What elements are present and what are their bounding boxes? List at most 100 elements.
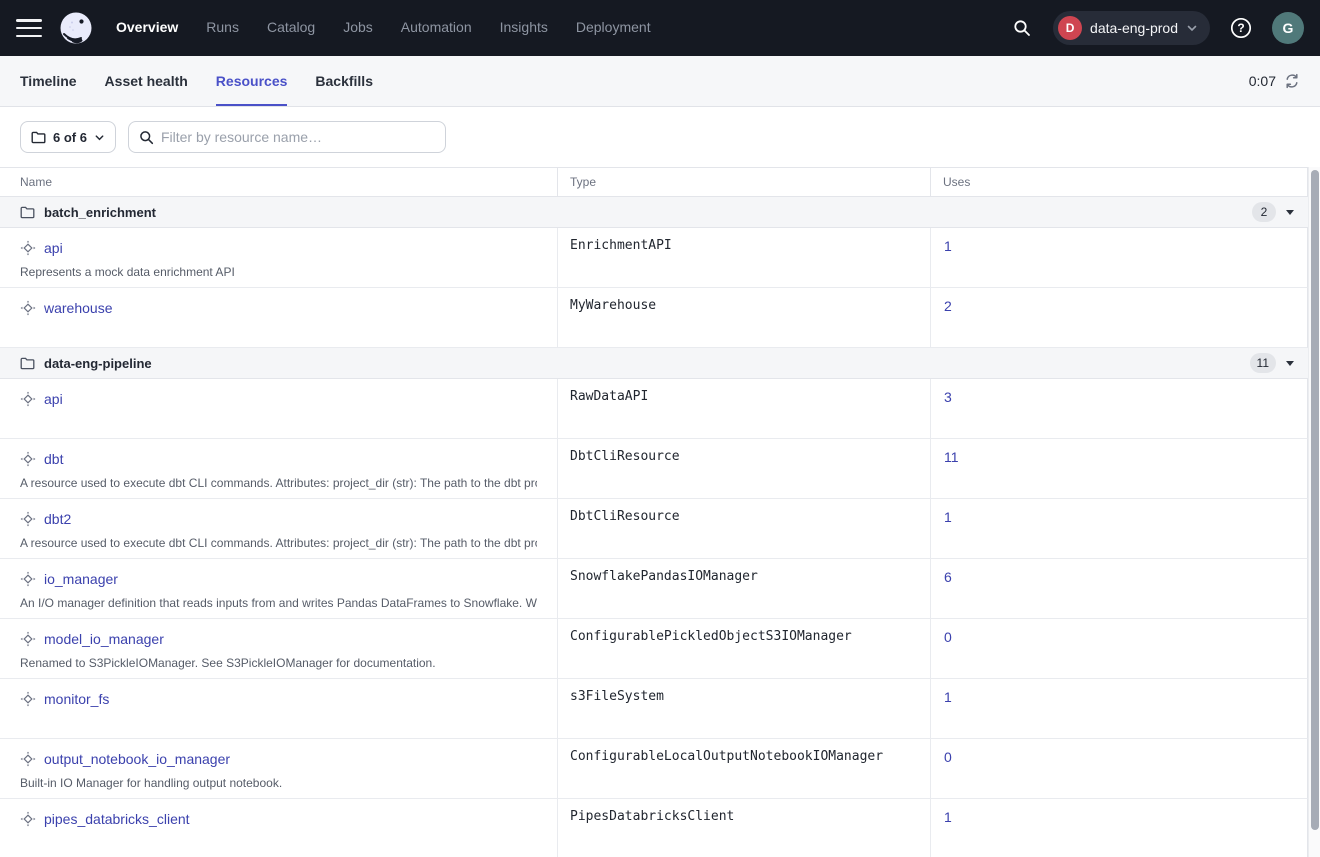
resource-row: api Represents a mock data enrichment AP… [0,228,1308,288]
resource-icon [20,451,36,467]
resource-icon [20,751,36,767]
resource-description: An I/O manager definition that reads inp… [20,596,537,610]
resource-type: ConfigurableLocalOutputNotebookIOManager [557,739,930,798]
workspace-switcher[interactable]: D data-eng-prod [1053,11,1210,45]
column-header-uses: Uses [930,168,1307,196]
resource-row: dbt2 A resource used to execute dbt CLI … [0,499,1308,559]
resource-name-link[interactable]: monitor_fs [44,691,109,707]
column-header-type: Type [557,168,930,196]
primary-nav: Overview Runs Catalog Jobs Automation Insight… [116,19,679,37]
nav-item-overview[interactable]: Overview [116,19,178,35]
collapse-caret-icon[interactable] [1286,210,1294,215]
resource-search-input[interactable] [161,129,435,145]
folder-icon [31,131,46,144]
nav-item-runs[interactable]: Runs [206,19,239,35]
column-header-name: Name [0,168,557,196]
resource-uses-link[interactable]: 6 [944,569,952,585]
resource-name-link[interactable]: output_notebook_io_manager [44,751,230,767]
resource-icon [20,240,36,256]
folder-icon [20,357,35,370]
resource-group-row[interactable]: batch_enrichment 2 [0,197,1308,228]
group-name: batch_enrichment [44,205,156,220]
resource-search-box [128,121,446,153]
resource-name-link[interactable]: model_io_manager [44,631,164,647]
resource-icon [20,300,36,316]
resource-uses-link[interactable]: 1 [944,809,952,825]
resource-icon [20,391,36,407]
nav-item-deployment[interactable]: Deployment [576,19,651,35]
top-nav: Overview Runs Catalog Jobs Automation Insight… [0,0,1320,56]
resource-uses-link[interactable]: 11 [944,449,959,465]
resource-type: PipesDatabricksClient [557,799,930,857]
resource-row: api RawDataAPI 3 [0,379,1308,439]
resource-description: A resource used to execute dbt CLI comma… [20,536,537,550]
user-avatar[interactable]: G [1272,12,1304,44]
refresh-countdown: 0:07 [1249,73,1276,89]
tab-resources[interactable]: Resources [216,56,288,106]
resource-icon [20,811,36,827]
scrollbar-thumb[interactable] [1311,170,1319,830]
resource-name-link[interactable]: api [44,391,63,407]
resource-type: RawDataAPI [557,379,930,438]
nav-item-catalog[interactable]: Catalog [267,19,315,35]
chevron-down-icon [94,132,105,143]
group-count-badge: 2 [1252,202,1276,222]
group-name: data-eng-pipeline [44,356,152,371]
resource-icon [20,511,36,527]
resource-type: ConfigurablePickledObjectS3IOManager [557,619,930,678]
resource-name-link[interactable]: io_manager [44,571,118,587]
workspace-name: data-eng-prod [1090,20,1178,36]
group-filter-button[interactable]: 6 of 6 [20,121,116,153]
resource-icon [20,571,36,587]
resource-uses-link[interactable]: 3 [944,389,952,405]
resource-name-link[interactable]: warehouse [44,300,113,316]
refresh-icon[interactable] [1284,73,1300,89]
resource-description: A resource used to execute dbt CLI comma… [20,476,537,490]
resource-uses-link[interactable]: 1 [944,509,952,525]
resource-uses-link[interactable]: 1 [944,238,952,254]
dagster-logo-icon[interactable] [58,10,94,46]
resource-name-link[interactable]: dbt2 [44,511,71,527]
resource-row: dbt A resource used to execute dbt CLI c… [0,439,1308,499]
hamburger-menu-icon[interactable] [16,19,42,37]
resource-description: Renamed to S3PickleIOManager. See S3Pick… [20,656,537,670]
resource-type: DbtCliResource [557,439,930,498]
resource-uses-link[interactable]: 1 [944,689,952,705]
resource-row: monitor_fs s3FileSystem 1 [0,679,1308,739]
nav-item-insights[interactable]: Insights [500,19,548,35]
resource-name-link[interactable]: dbt [44,451,63,467]
tab-asset-health[interactable]: Asset health [105,56,188,106]
resource-description: Represents a mock data enrichment API [20,265,537,279]
overview-tab-bar: Timeline Asset health Resources Backfills 0… [0,56,1320,107]
resource-uses-link[interactable]: 2 [944,298,952,314]
vertical-scrollbar[interactable] [1308,167,1320,857]
resource-uses-link[interactable]: 0 [944,749,952,765]
help-icon[interactable]: ? [1224,11,1258,45]
resource-name-link[interactable]: api [44,240,63,256]
search-icon[interactable] [1005,11,1039,45]
resource-uses-link[interactable]: 0 [944,629,952,645]
resource-row: warehouse MyWarehouse 2 [0,288,1308,348]
workspace-initial-badge: D [1058,16,1082,40]
resource-type: DbtCliResource [557,499,930,558]
tabs: Timeline Asset health Resources Backfills [20,56,401,106]
resource-type: SnowflakePandasIOManager [557,559,930,618]
collapse-caret-icon[interactable] [1286,361,1294,366]
svg-text:?: ? [1237,21,1244,35]
filter-bar: 6 of 6 [0,107,1320,167]
resource-row: io_manager An I/O manager definition tha… [0,559,1308,619]
resource-name-link[interactable]: pipes_databricks_client [44,811,190,827]
resource-type: MyWarehouse [557,288,930,347]
resource-row: model_io_manager Renamed to S3PickleIOMa… [0,619,1308,679]
folder-icon [20,206,35,219]
nav-item-automation[interactable]: Automation [401,19,472,35]
resource-row: output_notebook_io_manager Built-in IO M… [0,739,1308,799]
tab-timeline[interactable]: Timeline [20,56,77,106]
resource-type: s3FileSystem [557,679,930,738]
resource-type: EnrichmentAPI [557,228,930,287]
table-header-row: Name Type Uses [0,168,1308,197]
tab-backfills[interactable]: Backfills [315,56,373,106]
nav-item-jobs[interactable]: Jobs [343,19,373,35]
resource-description: Built-in IO Manager for handling output … [20,776,537,790]
resource-group-row[interactable]: data-eng-pipeline 11 [0,348,1308,379]
